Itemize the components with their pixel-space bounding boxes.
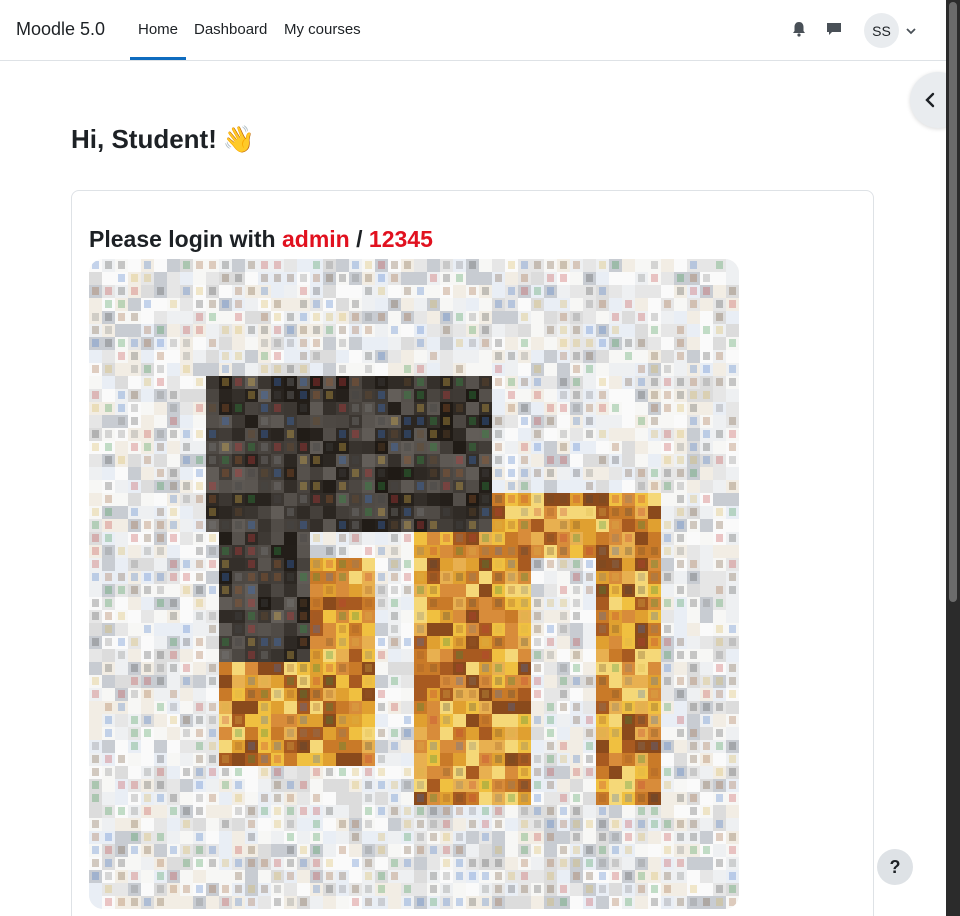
chevron-down-icon[interactable]: [905, 24, 917, 36]
nav-home[interactable]: Home: [138, 21, 178, 38]
login-separator: /: [356, 226, 363, 252]
top-navbar: Moodle 5.0 Home Dashboard My courses SS: [0, 0, 946, 61]
nav-dashboard[interactable]: Dashboard: [194, 21, 267, 38]
photo-mosaic-image: [89, 259, 739, 909]
nav-my-courses[interactable]: My courses: [284, 21, 361, 38]
login-hint: Please login with admin / 12345: [89, 226, 433, 253]
login-username: admin: [282, 226, 350, 252]
message-icon[interactable]: [824, 19, 844, 39]
scrollbar-thumb[interactable]: [949, 2, 957, 602]
chevron-left-icon: [925, 92, 935, 108]
login-password: 12345: [368, 226, 433, 252]
site-brand[interactable]: Moodle 5.0: [16, 19, 105, 40]
login-hint-card: Please login with admin / 12345: [71, 190, 874, 916]
login-prefix: Please login with: [89, 226, 276, 252]
help-button[interactable]: ?: [877, 849, 913, 885]
bell-icon[interactable]: [789, 19, 809, 39]
page-greeting: Hi, Student! 👋: [71, 124, 256, 154]
active-nav-indicator: [130, 57, 186, 60]
user-avatar[interactable]: SS: [864, 13, 899, 48]
wave-emoji: 👋: [222, 124, 256, 154]
